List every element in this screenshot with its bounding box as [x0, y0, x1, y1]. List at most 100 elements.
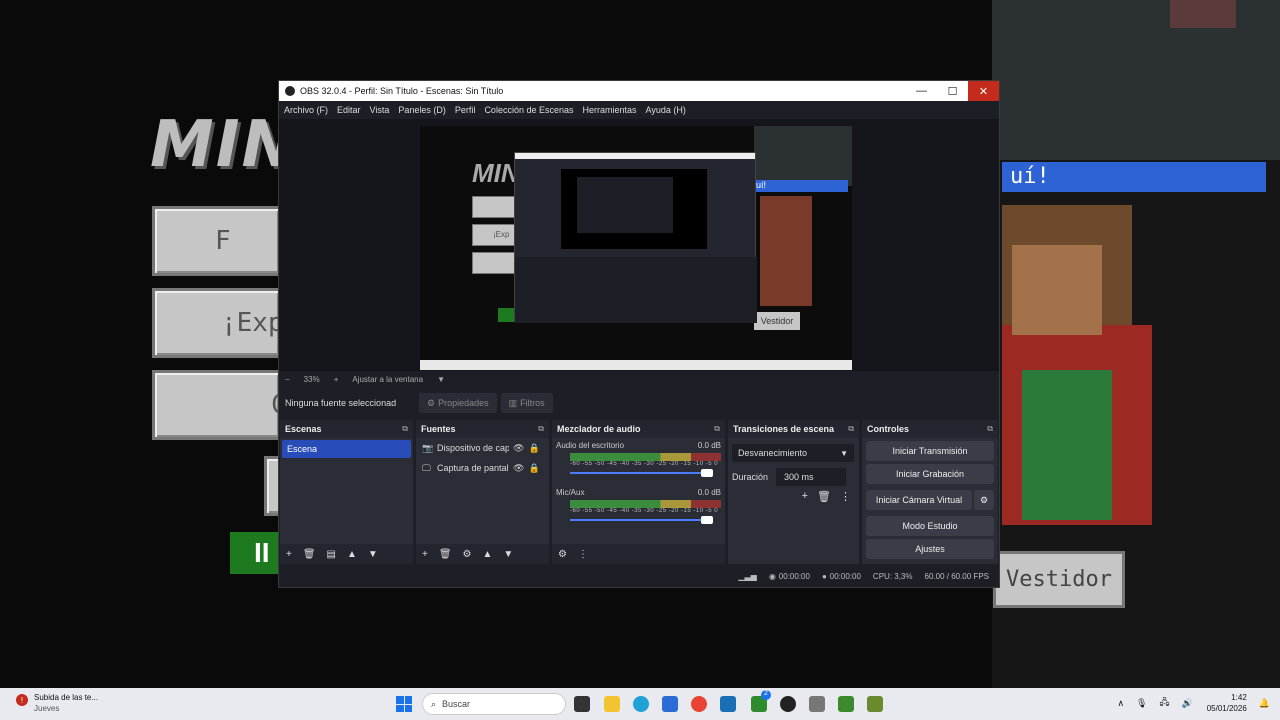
status-bar: ▁▃▅ ◉ 00:00:00 ● 00:00:00 CPU: 3,3% 60.0… — [279, 565, 999, 587]
start-streaming-button[interactable]: Iniciar Transmisión — [866, 441, 994, 461]
source-properties-button[interactable]: ⚙ — [463, 549, 472, 560]
lock-icon[interactable]: 🔒 — [528, 443, 539, 454]
transitions-dock: Transiciones de escena ⧉ Desvanecimiento ▼… — [727, 419, 860, 565]
undock-icon[interactable]: ⧉ — [714, 424, 720, 434]
source-up-button[interactable]: ▲ — [483, 549, 493, 560]
store-icon[interactable] — [720, 696, 736, 712]
remove-transition-button[interactable]: 🗑 — [817, 490, 831, 503]
camera-icon: 📷 — [422, 442, 434, 453]
chrome-icon[interactable] — [691, 696, 707, 712]
properties-label: Propiedades — [438, 398, 489, 408]
duration-label: Duración — [732, 472, 769, 482]
minecraft-icon[interactable] — [838, 696, 854, 712]
vestidor-button[interactable]: Vestidor — [993, 551, 1125, 608]
rec-status-icon: ● — [821, 571, 827, 581]
signal-icon: ▁▃▅ — [738, 571, 757, 581]
settings-button[interactable]: Ajustes — [866, 539, 994, 559]
menu-edit[interactable]: Editar — [337, 105, 361, 115]
start-virtual-camera-button[interactable]: Iniciar Cámara Virtual — [866, 490, 972, 510]
source-down-button[interactable]: ▼ — [503, 549, 513, 560]
maximize-button[interactable]: ☐ — [937, 81, 968, 101]
clock[interactable]: 1:42 05/01/2026 — [1207, 692, 1247, 714]
menu-profile[interactable]: Perfil — [455, 105, 476, 115]
game-button-play[interactable]: F — [152, 206, 282, 276]
undock-icon[interactable]: ⧉ — [538, 424, 544, 434]
filters-label: Filtros — [520, 398, 545, 408]
undock-icon[interactable]: ⧉ — [402, 424, 408, 434]
eye-icon[interactable]: 👁 — [513, 443, 524, 454]
chevron-up-icon[interactable]: ∧ — [1117, 698, 1124, 709]
source-item[interactable]: 📷 Dispositivo de cap 👁 🔒 — [416, 438, 549, 458]
menu-scene-collection[interactable]: Colección de Escenas — [484, 105, 573, 115]
mixer-title: Mezclador de audio — [557, 424, 641, 434]
menu-file[interactable]: Archivo (F) — [284, 105, 328, 115]
scene-down-button[interactable]: ▼ — [368, 549, 378, 560]
undock-icon[interactable]: ⧉ — [987, 424, 993, 434]
news-widget[interactable]: ! Subida de las te... Jueves — [16, 692, 98, 714]
minecraft-launcher-icon[interactable] — [867, 696, 883, 712]
volume-slider[interactable] — [570, 469, 713, 477]
scene-filters-button[interactable]: ▤ — [327, 549, 336, 560]
filters-button[interactable]: ▥ Filtros — [500, 393, 553, 413]
settings-icon[interactable] — [809, 696, 825, 712]
preview-canvas[interactable]: MIN ¡Exp uí! Vestidor — [420, 126, 852, 370]
edge-icon[interactable] — [633, 696, 649, 712]
fit-window-button[interactable]: Ajustar a la ventana — [352, 375, 423, 384]
properties-button[interactable]: ⚙ Propiedades — [419, 393, 497, 413]
mixer-menu-button[interactable]: ⋮ — [578, 549, 588, 560]
game-button-explore[interactable]: ¡Expl — [152, 288, 299, 358]
close-button[interactable]: ✕ — [968, 81, 999, 101]
virtual-camera-settings-icon[interactable]: ⚙ — [974, 490, 994, 510]
scenes-title: Escenas — [285, 424, 322, 434]
windows-start-icon[interactable] — [396, 696, 412, 712]
studio-mode-button[interactable]: Modo Estudio — [866, 516, 994, 536]
obs-taskbar-icon[interactable] — [780, 696, 796, 712]
transition-menu-button[interactable]: ⋮ — [840, 490, 851, 503]
news-title: Subida de las te... — [34, 693, 99, 702]
network-icon[interactable]: 🖧 — [1159, 695, 1169, 711]
notifications-icon[interactable]: 🔔 — [1259, 698, 1270, 709]
game-button-third[interactable]: C — [152, 370, 287, 440]
file-explorer-icon[interactable] — [604, 696, 620, 712]
remove-scene-button[interactable]: 🗑 — [303, 549, 316, 560]
task-view-icon[interactable] — [574, 696, 590, 712]
zoom-in-button[interactable]: + — [334, 375, 339, 384]
zoom-dropdown-icon[interactable]: ▼ — [437, 375, 445, 384]
volume-icon[interactable]: 🔊 — [1182, 698, 1193, 709]
volume-slider[interactable] — [570, 516, 713, 524]
menu-view[interactable]: Vista — [370, 105, 390, 115]
zoom-out-button[interactable]: − — [285, 375, 290, 384]
sources-title: Fuentes — [421, 424, 456, 434]
source-item[interactable]: 🖵 Captura de pantal 👁 🔒 — [416, 458, 549, 478]
menu-help[interactable]: Ayuda (H) — [646, 105, 686, 115]
start-recording-button[interactable]: Iniciar Grabación — [866, 464, 994, 484]
add-transition-button[interactable]: + — [802, 490, 808, 503]
scene-up-button[interactable]: ▲ — [347, 549, 357, 560]
duration-input[interactable]: 300 ms — [776, 468, 847, 486]
minimize-button[interactable]: — — [906, 81, 937, 101]
add-source-button[interactable]: + — [422, 549, 428, 560]
obs-window: OBS 32.0.4 - Perfil: Sin Título - Escena… — [278, 80, 1000, 588]
stream-time: 00:00:00 — [778, 571, 810, 581]
taskbar-search[interactable]: ⌕ Buscar — [422, 693, 566, 715]
transitions-title: Transiciones de escena — [733, 424, 835, 434]
eye-icon[interactable]: 👁 — [513, 463, 524, 474]
preview-area[interactable]: MIN ¡Exp uí! Vestidor — [279, 119, 999, 371]
obs-titlebar[interactable]: OBS 32.0.4 - Perfil: Sin Título - Escena… — [279, 81, 999, 101]
window-title: OBS 32.0.4 - Perfil: Sin Título - Escena… — [300, 86, 504, 96]
transition-select[interactable]: Desvanecimiento ▼ — [732, 444, 854, 462]
microphone-icon[interactable]: 🎙 — [1136, 698, 1147, 709]
remove-source-button[interactable]: 🗑 — [439, 549, 452, 560]
undock-icon[interactable]: ⧉ — [848, 424, 854, 434]
menu-docks[interactable]: Paneles (D) — [398, 105, 446, 115]
add-scene-button[interactable]: + — [286, 549, 292, 560]
preview-webcam — [754, 126, 852, 186]
mixer-settings-button[interactable]: ⚙ — [558, 549, 567, 560]
scene-item[interactable]: Escena — [282, 440, 411, 458]
source-label: Dispositivo de cap — [437, 443, 509, 453]
preview-nested-obs — [514, 152, 757, 323]
outlook-icon[interactable] — [662, 696, 678, 712]
xbox-icon[interactable]: 2 — [751, 690, 771, 712]
menu-tools[interactable]: Herramientas — [583, 105, 637, 115]
lock-icon[interactable]: 🔒 — [528, 463, 539, 474]
